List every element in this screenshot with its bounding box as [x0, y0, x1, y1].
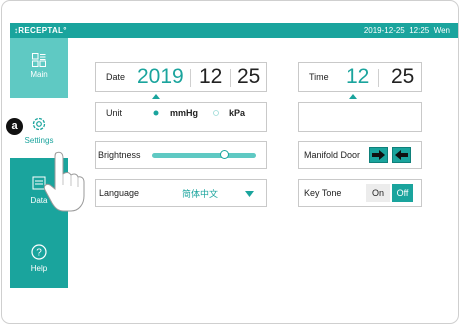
sidebar-item-label: Settings — [24, 136, 54, 145]
time-setting[interactable]: Time 12 25 — [298, 62, 422, 92]
brightness-label: Brightness — [98, 150, 141, 160]
key-tone-on-button[interactable]: On — [366, 184, 390, 202]
date-month[interactable]: 12 — [199, 65, 222, 89]
time-separator — [378, 69, 379, 87]
annotation-marker: a — [6, 118, 23, 135]
key-tone-off-button[interactable]: Off — [392, 184, 413, 202]
hour-selected-indicator — [349, 94, 357, 99]
svg-text:?: ? — [36, 248, 42, 259]
unit-label: Unit — [106, 108, 123, 118]
device-screen: ↕RECEPTAL° 2019-12-25 12:25 Wen Main Set… — [1, 0, 459, 324]
time-hour[interactable]: 12 — [346, 65, 369, 89]
language-label: Language — [99, 188, 140, 198]
time-minute[interactable]: 25 — [391, 65, 414, 89]
grid-list-icon — [32, 53, 46, 67]
header-time: 12:25 — [409, 26, 430, 35]
year-selected-indicator — [152, 94, 160, 99]
top-bar: ↕RECEPTAL° 2019-12-25 12:25 Wen — [10, 23, 458, 38]
key-tone-setting: Key Tone On Off — [298, 179, 422, 207]
language-select[interactable]: 简体中文 — [182, 187, 218, 200]
brand-logo: ↕RECEPTAL° — [14, 26, 67, 35]
header-weekday: Wen — [433, 26, 450, 35]
time-label: Time — [309, 72, 329, 82]
sidebar-item-label: Help — [30, 264, 48, 273]
tapping-hand-icon — [43, 151, 85, 212]
date-label: Date — [106, 72, 126, 82]
manifold-door-label: Manifold Door — [304, 150, 361, 160]
unit-option-mmhg[interactable]: mmHg — [170, 108, 198, 118]
settings-panel: Date 2019 12 25 Time 12 25 Unit mmHg kPa — [68, 38, 458, 288]
manifold-door-right-button[interactable] — [369, 147, 388, 163]
header-date: 2019-12-25 — [363, 26, 405, 35]
sidebar-item-help[interactable]: ? Help — [10, 224, 68, 288]
sidebar-item-label: Main — [30, 70, 48, 79]
manifold-door-left-button[interactable] — [392, 147, 411, 163]
radio-kpa[interactable] — [213, 110, 219, 116]
empty-setting-slot — [298, 102, 422, 132]
language-setting[interactable]: Language 简体中文 — [95, 179, 267, 207]
date-separator — [230, 69, 231, 87]
unit-option-kpa[interactable]: kPa — [229, 108, 245, 118]
brightness-setting: Brightness — [95, 141, 267, 169]
gear-icon — [32, 117, 46, 131]
help-circle-icon: ? — [31, 244, 47, 260]
arrow-left-icon — [395, 150, 408, 160]
brightness-slider-track[interactable] — [152, 153, 256, 158]
date-time-display: 2019-12-25 12:25 Wen — [364, 26, 450, 35]
date-setting[interactable]: Date 2019 12 25 — [95, 62, 267, 92]
date-separator — [190, 69, 191, 87]
key-tone-label: Key Tone — [304, 188, 342, 198]
date-year[interactable]: 2019 — [137, 65, 184, 89]
arrow-right-icon — [372, 150, 385, 160]
chevron-down-icon[interactable] — [245, 191, 254, 197]
date-day[interactable]: 25 — [237, 65, 260, 89]
sidebar-item-main[interactable]: Main — [10, 38, 68, 98]
manifold-door-setting: Manifold Door — [298, 141, 422, 169]
radio-mmhg[interactable] — [153, 110, 159, 116]
unit-setting: Unit mmHg kPa — [95, 102, 267, 132]
